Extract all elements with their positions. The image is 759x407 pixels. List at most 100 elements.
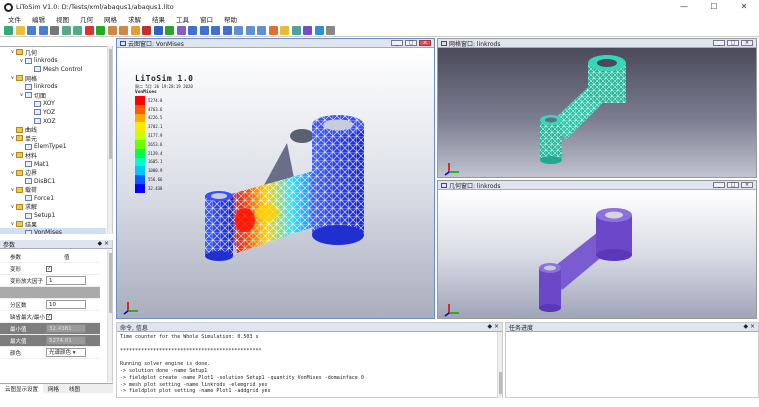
- tree-item[interactable]: ∨ 材料: [0, 151, 106, 160]
- tab-mesh[interactable]: 网格: [43, 384, 64, 393]
- color-icon[interactable]: [268, 25, 278, 35]
- viewport-maximize-button[interactable]: □: [727, 40, 739, 46]
- run-icon[interactable]: [96, 25, 105, 35]
- menu-window[interactable]: 窗口: [200, 14, 213, 24]
- tree-item[interactable]: ∨ 网格: [0, 74, 106, 83]
- chevron-down-icon[interactable]: ∨: [9, 75, 16, 81]
- chevron-down-icon[interactable]: ∨: [9, 170, 16, 176]
- view-front-icon[interactable]: [234, 25, 243, 35]
- view-iso-icon[interactable]: [257, 25, 266, 35]
- chevron-down-icon[interactable]: ∨: [18, 92, 25, 98]
- tree-scrollbar[interactable]: [107, 46, 112, 234]
- play-icon[interactable]: [165, 25, 174, 35]
- view-top-icon[interactable]: [245, 25, 255, 35]
- tree-item[interactable]: ElemType1: [0, 143, 106, 152]
- print-icon[interactable]: [50, 25, 59, 35]
- menu-results[interactable]: 结果: [152, 14, 165, 24]
- pan-icon[interactable]: [199, 25, 209, 35]
- tree-item[interactable]: ∨ 切面: [0, 91, 106, 100]
- viewport-close-button[interactable]: ×: [741, 182, 753, 188]
- tree-item[interactable]: linkrods: [0, 82, 106, 91]
- console-output[interactable]: Time counter for the Whole Simulation: 0…: [117, 332, 496, 397]
- panel-float-close-buttons[interactable]: ◆ ×: [97, 240, 109, 247]
- chevron-down-icon[interactable]: ∨: [9, 204, 16, 210]
- maximize-button[interactable]: ☐: [699, 0, 729, 14]
- fit-icon[interactable]: [222, 25, 232, 35]
- viewport-close-button[interactable]: ×: [419, 40, 431, 46]
- viewport-maximize-button[interactable]: □: [727, 182, 739, 188]
- panel-float-close-buttons[interactable]: ◆ ×: [487, 323, 499, 330]
- chevron-down-icon[interactable]: ∨: [9, 49, 16, 55]
- tree-item[interactable]: 曲线: [0, 125, 106, 134]
- menu-view[interactable]: 视图: [56, 14, 69, 24]
- tree-item[interactable]: XOZ: [0, 117, 106, 126]
- open-icon[interactable]: [15, 25, 25, 35]
- tree-item[interactable]: ∨ 求解: [0, 203, 106, 211]
- color-select[interactable]: 光谱颜色 ▾: [46, 348, 86, 357]
- new-icon[interactable]: [4, 25, 13, 35]
- console-scrollbar[interactable]: [497, 332, 502, 398]
- settings-icon[interactable]: [326, 25, 335, 35]
- viewport-close-button[interactable]: ×: [741, 40, 753, 46]
- menu-mesh[interactable]: 网格: [104, 14, 117, 24]
- param-input[interactable]: 1: [46, 276, 86, 285]
- shade-icon[interactable]: [303, 25, 312, 35]
- chevron-down-icon[interactable]: ∨: [9, 135, 16, 141]
- zoom-icon[interactable]: [211, 25, 220, 35]
- chevron-down-icon[interactable]: ∨: [18, 58, 25, 64]
- tree-item[interactable]: Mesh Control: [0, 65, 106, 74]
- tree-item[interactable]: Mat1: [0, 160, 106, 169]
- light-icon[interactable]: [280, 25, 289, 35]
- geometry-viewport[interactable]: 几何窗口: linkrods _ □ ×: [437, 180, 757, 319]
- menu-tools[interactable]: 工具: [176, 14, 189, 24]
- tree-item[interactable]: ∨ 边界: [0, 168, 106, 177]
- menu-solve[interactable]: 求解: [128, 14, 141, 24]
- contour-canvas[interactable]: LiToSim 1.0 周二 5月 26 19:28:19 2020 VonMi…: [117, 48, 434, 318]
- tree-item[interactable]: ∨ 单元: [0, 134, 106, 143]
- rotate-icon[interactable]: [188, 25, 197, 35]
- undo-icon[interactable]: [61, 25, 71, 35]
- viewport-minimize-button[interactable]: _: [713, 40, 725, 46]
- tree-item[interactable]: DisBC1: [0, 177, 106, 186]
- menu-edit[interactable]: 编辑: [32, 14, 45, 24]
- export-icon[interactable]: [119, 25, 128, 35]
- tree-item[interactable]: ∨ 结果: [0, 220, 106, 229]
- tree-item[interactable]: XOY: [0, 100, 106, 109]
- param-checkbox[interactable]: ✓: [46, 265, 52, 272]
- param-checkbox[interactable]: ✓: [46, 313, 52, 320]
- param-input[interactable]: 10: [46, 300, 86, 309]
- tree-item[interactable]: Force1: [0, 194, 106, 203]
- viewport-minimize-button[interactable]: _: [713, 182, 725, 188]
- tree-item[interactable]: ∨ linkrods: [0, 57, 106, 66]
- tree-item[interactable]: YOZ: [0, 108, 106, 117]
- menu-file[interactable]: 文件: [8, 14, 21, 24]
- tab-contour-settings[interactable]: 云图显示设置: [0, 384, 44, 393]
- geometry-canvas[interactable]: [438, 190, 756, 318]
- panel-float-close-buttons[interactable]: ◆ ×: [743, 323, 755, 330]
- tree-item[interactable]: Setup1: [0, 211, 106, 220]
- param-input[interactable]: 32.4381: [46, 324, 86, 333]
- post-icon[interactable]: [153, 25, 163, 35]
- mesh-canvas[interactable]: [438, 48, 756, 177]
- tree-item[interactable]: ∨ 载荷: [0, 186, 106, 194]
- solve-icon[interactable]: [142, 25, 151, 35]
- redo-icon[interactable]: [73, 25, 82, 35]
- close-button[interactable]: ✕: [729, 0, 759, 14]
- tree-item[interactable]: ∨ 几何: [0, 48, 106, 57]
- stop-icon[interactable]: [84, 25, 94, 35]
- viewport-maximize-button[interactable]: □: [405, 40, 417, 46]
- save-icon[interactable]: [27, 25, 36, 35]
- menu-geometry[interactable]: 几何: [80, 14, 93, 24]
- chevron-down-icon[interactable]: ∨: [9, 187, 16, 193]
- save-all-icon[interactable]: [38, 25, 48, 35]
- tab-line-plot[interactable]: 线图: [64, 384, 85, 393]
- import-icon[interactable]: [107, 25, 117, 35]
- chevron-down-icon[interactable]: ∨: [9, 221, 16, 227]
- contour-viewport[interactable]: 云图窗口: VonMises _ □ × LiToSim 1.0 周二 5月 2…: [116, 38, 435, 319]
- wire-icon[interactable]: [291, 25, 301, 35]
- tree-item[interactable]: VonMises: [0, 228, 106, 234]
- param-input[interactable]: 5274.81: [46, 336, 86, 345]
- select-icon[interactable]: [176, 25, 186, 35]
- mesh-viewport[interactable]: 网格窗口: linkrods _ □ ×: [437, 38, 757, 178]
- chevron-down-icon[interactable]: ∨: [9, 152, 16, 158]
